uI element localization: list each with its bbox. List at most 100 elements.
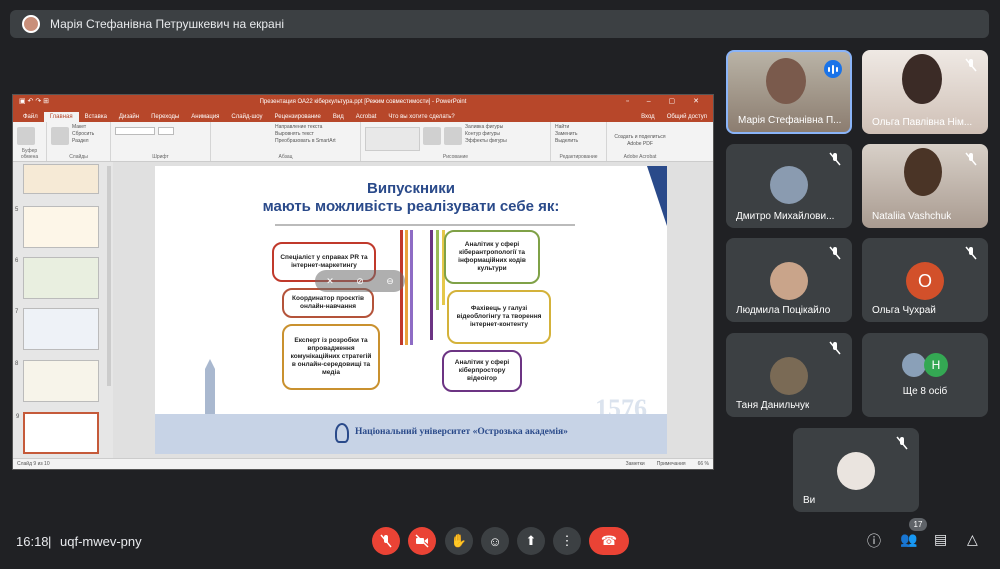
workspace: 5 6 7 8 9 Випускники мають можливість ре… bbox=[13, 162, 713, 458]
participant-name: Дмитро Михайлови... bbox=[736, 211, 835, 222]
notes-button[interactable]: Заметки bbox=[626, 461, 645, 467]
mic-off-icon bbox=[896, 436, 908, 450]
reset-button[interactable]: Сбросить bbox=[72, 131, 94, 138]
outline-button[interactable]: Контур фигуры bbox=[465, 131, 507, 138]
participant-name: Nataliia Vashchuk bbox=[872, 211, 952, 222]
align-text-button[interactable]: Выровнять текст bbox=[275, 131, 336, 138]
tab-home[interactable]: Главная bbox=[43, 112, 79, 122]
participant-tile-6[interactable]: О Ольга Чухрай bbox=[862, 238, 988, 322]
quick-access-toolbar[interactable]: ▣ ↶ ↷ ⊞ bbox=[19, 97, 49, 105]
clock: 16:18 bbox=[16, 534, 49, 549]
bottom-controls: 16:18 | uqf-mwev-pny ✋ ☺ ⬆ ⋮ ☎ ⓘ 👥 ▤ △ bbox=[0, 520, 1000, 564]
more-options-button[interactable]: ⋮ bbox=[553, 527, 581, 555]
select-button[interactable]: Выделить bbox=[555, 138, 578, 145]
reactions-button[interactable]: ☺ bbox=[481, 527, 509, 555]
slide-thumb-7[interactable]: 7 bbox=[15, 308, 99, 350]
activities-icon[interactable]: △ bbox=[967, 531, 978, 548]
comments-button[interactable]: Примечания bbox=[657, 461, 686, 467]
participant-video bbox=[904, 148, 942, 196]
shared-screen: ▣ ↶ ↷ ⊞ Презентация ОА22 кіберкультура.p… bbox=[12, 94, 714, 470]
mic-off-icon bbox=[965, 58, 977, 72]
font-size-field[interactable] bbox=[158, 127, 174, 135]
tab-design[interactable]: Дизайн bbox=[113, 112, 145, 122]
footer-university-name: Національний університет «Острозька акад… bbox=[355, 427, 568, 437]
participant-tile-7[interactable]: Таня Данильчук bbox=[726, 333, 852, 417]
connector-violet bbox=[430, 230, 433, 340]
participant-name: Ви bbox=[803, 495, 816, 506]
camera-toggle-button[interactable] bbox=[408, 527, 436, 555]
more-vert-icon: ⋮ bbox=[560, 533, 574, 548]
slide-thumb-6[interactable]: 6 bbox=[15, 257, 99, 299]
text-direction-button[interactable]: Направление текста bbox=[275, 124, 336, 131]
participant-tile-2[interactable]: Ольга Павлівна Нім... bbox=[862, 50, 988, 134]
slide-thumbnails: 5 6 7 8 9 bbox=[13, 162, 113, 458]
avatar bbox=[837, 452, 875, 490]
avatar bbox=[770, 357, 808, 395]
window-controls[interactable]: ▫ – ▢ ✕ bbox=[626, 97, 707, 105]
people-icon[interactable]: 👥 bbox=[900, 531, 917, 548]
self-tile[interactable]: Ви bbox=[793, 428, 919, 512]
tab-slideshow[interactable]: Слайд-шоу bbox=[225, 112, 268, 122]
camera-off-icon bbox=[415, 534, 429, 548]
overlay-mute-icon[interactable]: ⊘ bbox=[356, 276, 364, 287]
tab-acrobat[interactable]: Acrobat bbox=[350, 112, 383, 122]
leave-call-button[interactable]: ☎ bbox=[589, 527, 629, 555]
participant-tile-3[interactable]: Дмитро Михайлови... bbox=[726, 144, 852, 228]
avatar bbox=[770, 166, 808, 204]
chat-icon[interactable]: ▤ bbox=[934, 531, 947, 548]
participant-name: Людмила Поцікайло bbox=[736, 305, 831, 316]
overlay-remove-icon[interactable]: ⊖ bbox=[386, 276, 394, 287]
separator: | bbox=[48, 534, 52, 549]
participant-name: Ще 8 осіб bbox=[902, 386, 948, 397]
find-button[interactable]: Найти bbox=[555, 124, 578, 131]
sign-in-link[interactable]: Вход bbox=[635, 112, 661, 122]
powerpoint-titlebar: ▣ ↶ ↷ ⊞ Презентация ОА22 кіберкультура.p… bbox=[13, 95, 713, 109]
raise-hand-button[interactable]: ✋ bbox=[445, 527, 473, 555]
smartart-button[interactable]: Преобразовать в SmartArt bbox=[275, 138, 336, 145]
career-box-videogames: Аналітик у сфері кіберпростору відеоігор bbox=[442, 350, 522, 392]
present-button[interactable]: ⬆ bbox=[517, 527, 545, 555]
slide-thumb-5[interactable]: 5 bbox=[15, 206, 99, 248]
participant-tile-1[interactable]: Марія Стефанівна П... bbox=[726, 50, 852, 134]
tell-me-search[interactable]: Что вы хотите сделать? bbox=[382, 112, 460, 122]
tab-transitions[interactable]: Переходы bbox=[145, 112, 185, 122]
participant-tile-4[interactable]: Nataliia Vashchuk bbox=[862, 144, 988, 228]
present-screen-icon: ⬆ bbox=[525, 533, 537, 548]
layout-button[interactable]: Макет bbox=[72, 124, 94, 131]
mic-off-icon bbox=[829, 246, 841, 260]
presenter-bar: Марія Стефанівна Петрушкевич на екрані bbox=[10, 10, 989, 38]
phone-hangup-icon: ☎ bbox=[600, 533, 618, 548]
slide-thumb-8[interactable]: 8 bbox=[15, 360, 99, 402]
thumbs-scrollbar[interactable] bbox=[107, 166, 111, 386]
participant-tile-5[interactable]: Людмила Поцікайло bbox=[726, 238, 852, 322]
slide-footer: Національний університет «Острозька акад… bbox=[155, 414, 667, 454]
shapes-gallery[interactable] bbox=[365, 127, 420, 151]
replace-button[interactable]: Заменить bbox=[555, 131, 578, 138]
avatar bbox=[770, 262, 808, 300]
share-link[interactable]: Общий доступ bbox=[661, 112, 713, 122]
effects-button[interactable]: Эффекты фигуры bbox=[465, 138, 507, 145]
mic-toggle-button[interactable] bbox=[372, 527, 400, 555]
slide-thumb-4[interactable] bbox=[23, 164, 99, 194]
section-button[interactable]: Раздел bbox=[72, 138, 94, 145]
new-slide-icon[interactable] bbox=[51, 127, 69, 145]
slide-thumb-9[interactable]: 9 bbox=[16, 412, 99, 454]
tab-view[interactable]: Вид bbox=[327, 112, 350, 122]
tab-review[interactable]: Рецензирование bbox=[269, 112, 327, 122]
font-name-field[interactable] bbox=[115, 127, 155, 135]
zoom-level[interactable]: 66 % bbox=[698, 461, 709, 467]
fill-button[interactable]: Заливка фигуры bbox=[465, 124, 507, 131]
more-participants-tile[interactable]: Н Ще 8 осіб bbox=[862, 333, 988, 417]
mic-off-icon bbox=[965, 152, 977, 166]
tab-file[interactable]: Файл bbox=[17, 112, 44, 122]
meeting-info-icon[interactable]: ⓘ bbox=[867, 531, 881, 551]
quick-styles-icon[interactable] bbox=[444, 127, 462, 145]
participant-video bbox=[766, 58, 806, 104]
tab-animations[interactable]: Анимация bbox=[185, 112, 225, 122]
tab-insert[interactable]: Вставка bbox=[79, 112, 113, 122]
paste-icon[interactable] bbox=[17, 127, 35, 145]
slide-title: Випускники мають можливість реалізувати … bbox=[262, 180, 560, 215]
overlay-close-icon[interactable]: ✕ bbox=[326, 276, 334, 287]
speaking-indicator-icon bbox=[824, 60, 842, 78]
arrange-icon[interactable] bbox=[423, 127, 441, 145]
